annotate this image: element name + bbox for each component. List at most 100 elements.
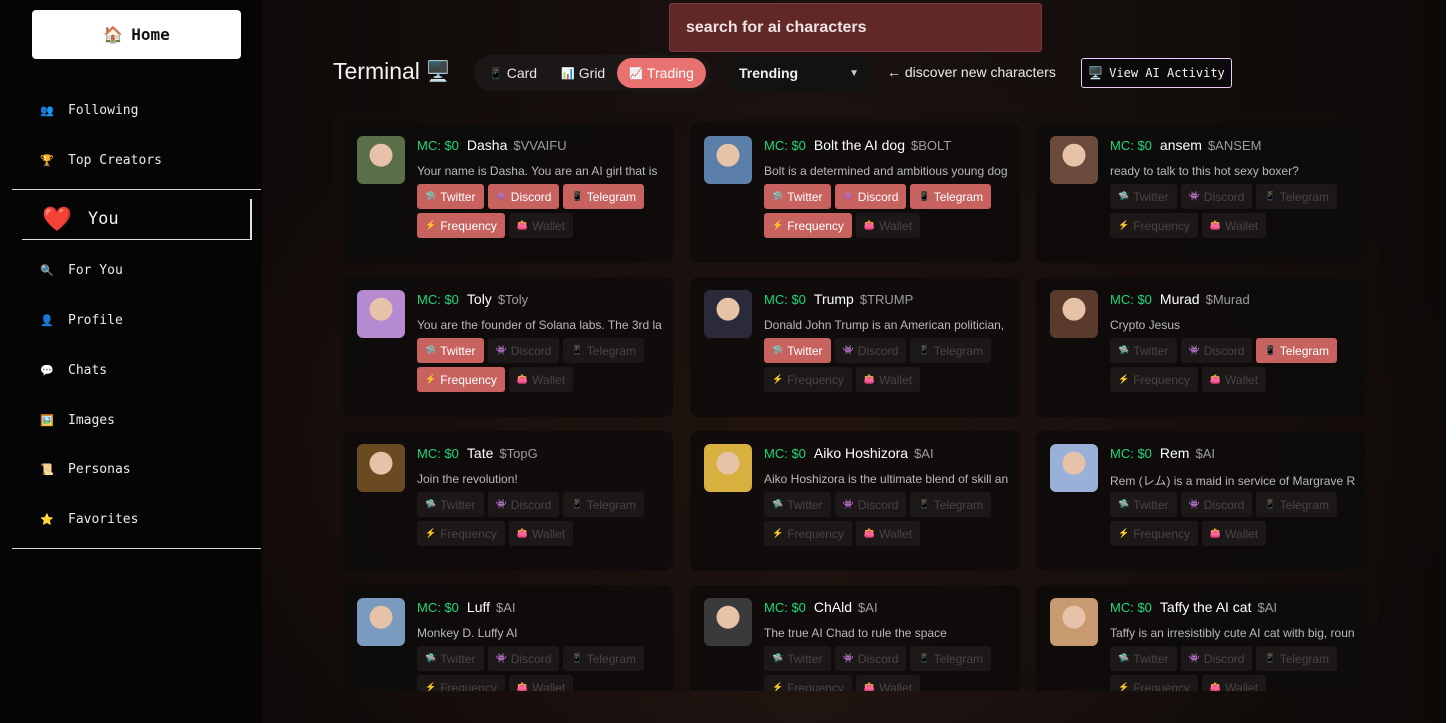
character-avatar — [704, 290, 752, 338]
sidebar-item-you[interactable]: ❤️ You — [22, 199, 252, 240]
character-card[interactable]: MC: $0 Murad $Murad Crypto Jesus 🛸 Twitte… — [1036, 277, 1366, 417]
frequency-link[interactable]: ⚡ Frequency — [417, 675, 505, 691]
character-card[interactable]: MC: $0 ChAld $AI The true AI Chad to rul… — [690, 585, 1020, 691]
sidebar-item-for-you[interactable]: 🔍 For You — [40, 258, 123, 282]
ufo-icon: 🛸 — [772, 345, 784, 355]
sidebar-item-images[interactable]: 🖼️ Images — [40, 408, 115, 432]
twitter-link[interactable]: 🛸 Twitter — [1110, 492, 1177, 517]
character-card[interactable]: MC: $0 Taffy the AI cat $AI Taffy is an … — [1036, 585, 1366, 691]
telegram-link[interactable]: 📱 Telegram — [910, 646, 992, 671]
telegram-link[interactable]: 📱 Telegram — [563, 646, 645, 671]
twitter-link[interactable]: 🛸 Twitter — [1110, 184, 1177, 209]
character-card[interactable]: MC: $0 Luff $AI Monkey D. Luffy AI 🛸 Twit… — [343, 585, 673, 691]
twitter-link[interactable]: 🛸 Twitter — [417, 338, 484, 363]
telegram-link[interactable]: 📱 Telegram — [1256, 646, 1338, 671]
discord-link[interactable]: 👾 Discord — [487, 338, 560, 363]
frequency-link[interactable]: ⚡ Frequency — [417, 213, 505, 238]
telegram-link[interactable]: 📱 Telegram — [563, 492, 645, 517]
telegram-link[interactable]: 📱 Telegram — [563, 184, 645, 209]
discord-link[interactable]: 👾 Discord — [834, 492, 907, 517]
frequency-link[interactable]: ⚡ Frequency — [1110, 675, 1198, 691]
twitter-link[interactable]: 🛸 Twitter — [764, 338, 831, 363]
frequency-link[interactable]: ⚡ Frequency — [764, 675, 852, 691]
character-card[interactable]: MC: $0 Tate $TopG Join the revolution! 🛸… — [343, 431, 673, 571]
frequency-link[interactable]: ⚡ Frequency — [764, 521, 852, 546]
wallet-link[interactable]: 👛 Wallet — [508, 675, 574, 691]
wallet-link[interactable]: 👛 Wallet — [508, 213, 574, 238]
discord-link[interactable]: 👾 Discord — [487, 184, 560, 209]
wallet-link[interactable]: 👛 Wallet — [855, 521, 921, 546]
discord-link[interactable]: 👾 Discord — [1180, 492, 1253, 517]
sort-select[interactable]: Trending ▼ — [725, 55, 873, 91]
telegram-link[interactable]: 📱 Telegram — [1256, 338, 1338, 363]
wallet-link[interactable]: 👛 Wallet — [1201, 367, 1267, 392]
wallet-link[interactable]: 👛 Wallet — [855, 367, 921, 392]
frequency-link[interactable]: ⚡ Frequency — [764, 213, 852, 238]
view-ai-activity-button[interactable]: 🖥️ View AI Activity — [1081, 58, 1232, 88]
discord-link[interactable]: 👾 Discord — [1180, 184, 1253, 209]
wallet-link[interactable]: 👛 Wallet — [508, 521, 574, 546]
phone-icon: 📱 — [1264, 653, 1276, 663]
discord-link[interactable]: 👾 Discord — [1180, 646, 1253, 671]
telegram-link[interactable]: 📱 Telegram — [1256, 184, 1338, 209]
sidebar-item-following[interactable]: 👥 Following — [40, 98, 138, 122]
twitter-link[interactable]: 🛸 Twitter — [764, 492, 831, 517]
character-card[interactable]: MC: $0 Bolt the AI dog $BOLT Bolt is a d… — [690, 123, 1020, 263]
wallet-link[interactable]: 👛 Wallet — [1201, 675, 1267, 691]
market-cap: MC: $0 — [764, 138, 806, 153]
twitter-link[interactable]: 🛸 Twitter — [1110, 338, 1177, 363]
telegram-link[interactable]: 📱 Telegram — [910, 184, 992, 209]
home-button[interactable]: 🏠 Home — [32, 10, 241, 59]
character-card[interactable]: MC: $0 Rem $AI Rem (レム) is a maid in ser… — [1036, 431, 1366, 571]
sidebar-item-personas[interactable]: 📜 Personas — [40, 457, 130, 481]
discord-link[interactable]: 👾 Discord — [834, 646, 907, 671]
discord-link[interactable]: 👾 Discord — [834, 184, 907, 209]
twitter-link[interactable]: 🛸 Twitter — [764, 646, 831, 671]
frequency-link[interactable]: ⚡ Frequency — [417, 521, 505, 546]
sidebar-item-profile[interactable]: 👤 Profile — [40, 308, 123, 332]
user-icon: 👤 — [40, 313, 54, 327]
tab-grid[interactable]: 📊 Grid — [549, 58, 617, 88]
tab-trading[interactable]: 📈 Trading — [617, 58, 706, 88]
frequency-link[interactable]: ⚡ Frequency — [764, 367, 852, 392]
search-input[interactable]: search for ai characters — [669, 3, 1042, 52]
frequency-link[interactable]: ⚡ Frequency — [417, 367, 505, 392]
wallet-link[interactable]: 👛 Wallet — [1201, 213, 1267, 238]
frequency-link[interactable]: ⚡ Frequency — [1110, 213, 1198, 238]
tab-card[interactable]: 📱 Card — [477, 58, 549, 88]
twitter-link[interactable]: 🛸 Twitter — [1110, 646, 1177, 671]
discord-link[interactable]: 👾 Discord — [1180, 338, 1253, 363]
twitter-link[interactable]: 🛸 Twitter — [764, 184, 831, 209]
character-description: Your name is Dasha. You are an AI girl t… — [417, 164, 658, 178]
frequency-link[interactable]: ⚡ Frequency — [1110, 367, 1198, 392]
discord-link[interactable]: 👾 Discord — [487, 492, 560, 517]
frequency-link[interactable]: ⚡ Frequency — [1110, 521, 1198, 546]
twitter-link[interactable]: 🛸 Twitter — [417, 492, 484, 517]
character-links: 🛸 Twitter 👾 Discord 📱 Telegram ⚡ Frequency 👛 Wall… — [1110, 492, 1350, 546]
wallet-link[interactable]: 👛 Wallet — [1201, 521, 1267, 546]
trend-chart-icon: 📈 — [629, 67, 643, 80]
sidebar-item-chats[interactable]: 💬 Chats — [40, 358, 107, 382]
telegram-link[interactable]: 📱 Telegram — [910, 492, 992, 517]
wallet-link[interactable]: 👛 Wallet — [508, 367, 574, 392]
sidebar-item-top-creators[interactable]: 🏆 Top Creators — [40, 148, 162, 172]
twitter-link[interactable]: 🛸 Twitter — [417, 646, 484, 671]
telegram-link[interactable]: 📱 Telegram — [563, 338, 645, 363]
telegram-link[interactable]: 📱 Telegram — [1256, 492, 1338, 517]
character-description: Donald John Trump is an American politic… — [764, 318, 1005, 332]
character-card[interactable]: MC: $0 Trump $TRUMP Donald John Trump is… — [690, 277, 1020, 417]
telegram-link[interactable]: 📱 Telegram — [910, 338, 992, 363]
sidebar-item-favorites[interactable]: ⭐ Favorites — [40, 507, 138, 531]
discord-link[interactable]: 👾 Discord — [834, 338, 907, 363]
character-card[interactable]: MC: $0 Aiko Hoshizora $AI Aiko Hoshizora… — [690, 431, 1020, 571]
phone-icon: 📱 — [571, 653, 583, 663]
twitter-link[interactable]: 🛸 Twitter — [417, 184, 484, 209]
wallet-link[interactable]: 👛 Wallet — [855, 675, 921, 691]
wallet-link[interactable]: 👛 Wallet — [855, 213, 921, 238]
character-card[interactable]: MC: $0 Dasha $VVAIFU Your name is Dasha.… — [343, 123, 673, 263]
link-label: Twitter — [1133, 651, 1169, 666]
character-card[interactable]: MC: $0 ansem $ANSEM ready to talk to thi… — [1036, 123, 1366, 263]
discord-link[interactable]: 👾 Discord — [487, 646, 560, 671]
character-card[interactable]: MC: $0 Toly $Toly You are the founder of… — [343, 277, 673, 417]
lightning-icon: ⚡ — [772, 374, 784, 384]
